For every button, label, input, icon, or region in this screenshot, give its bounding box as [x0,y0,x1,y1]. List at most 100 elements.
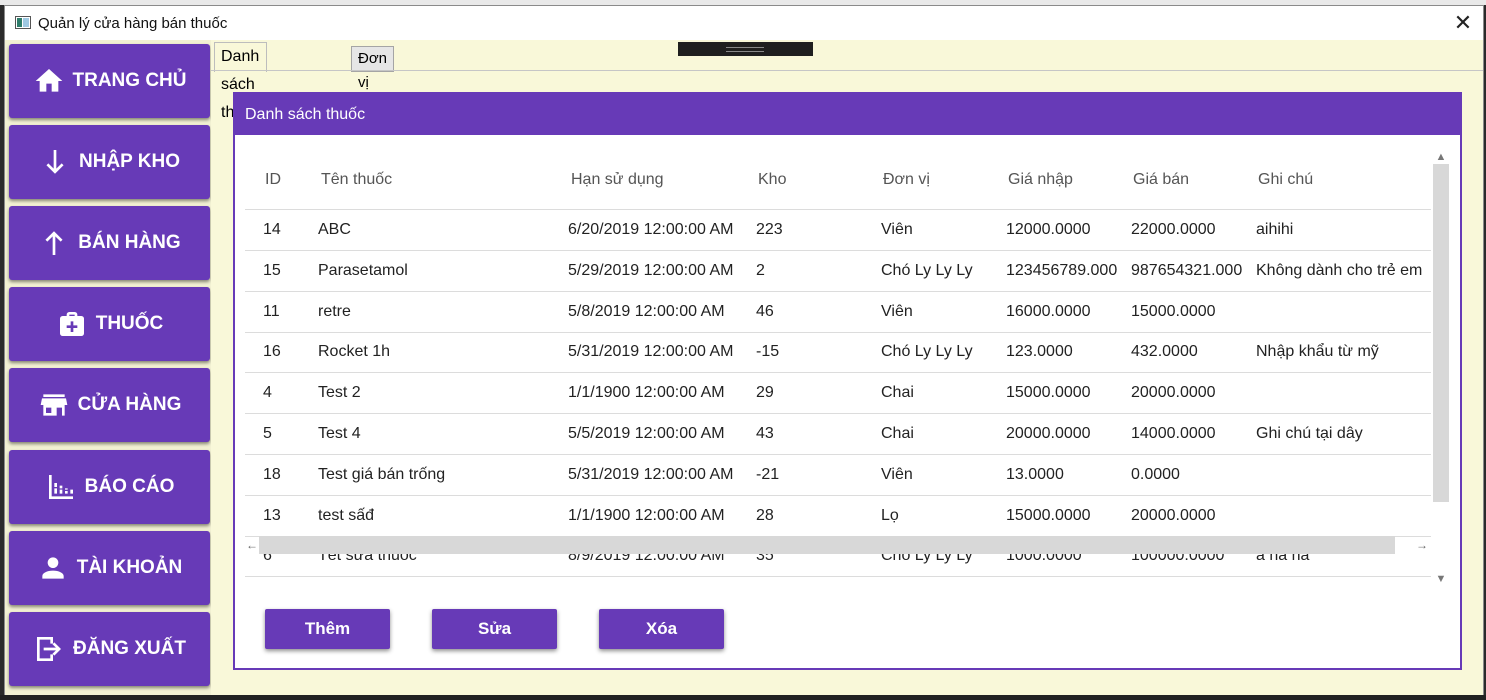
cell-sale-price: 0.0000 [1131,465,1180,483]
cell-id: 13 [263,506,281,524]
cell-unit: Viên [881,465,913,483]
cell-sale-price: 987654321.000 [1131,261,1243,279]
medicine-table: ID Tên thuốc Hạn sử dụng Kho Đơn vị Giá … [245,149,1431,589]
table-row[interactable]: 5 Test 4 5/5/2019 12:00:00 AM 43 Chai 20000.0… [245,414,1431,455]
tab-divider [211,70,1483,71]
cell-expiry: 6/20/2019 12:00:00 AM [568,221,734,238]
sidebar: TRANG CHỦ NHẬP KHO BÁN HÀNG THUỐC CỬA HÀ… [5,40,211,695]
nav-label: CỬA HÀNG [77,394,182,415]
cell-note [1256,455,1431,495]
table-header-row: ID Tên thuốc Hạn sử dụng Kho Đơn vị Giá … [245,149,1431,210]
cell-sale-price: 15000.0000 [1131,302,1216,320]
cell-note: Nhập khẩu từ mỹ [1256,343,1379,361]
table-row[interactable]: 16 Rocket 1h 5/31/2019 12:00:00 AM -15 Chó L… [245,332,1431,374]
cell-name: ABC [318,221,351,238]
table-row[interactable]: 4 Test 2 1/1/1900 12:00:00 AM 29 Chai 15000.0… [245,373,1431,415]
cell-id: 15 [263,261,281,279]
column-header-id[interactable]: ID [265,149,281,209]
cell-note [1256,373,1431,413]
column-header-stock[interactable]: Kho [758,149,786,209]
column-header-sale-price[interactable]: Giá bán [1133,149,1189,209]
cell-stock: -21 [756,465,780,483]
cell-import-price: 16000.0000 [1006,302,1091,320]
cell-name: Test 2 [318,384,361,402]
cell-unit: Viên [881,221,913,238]
scroll-right-icon[interactable]: → [1415,536,1429,554]
nav-label: TÀI KHOẢN [76,557,183,578]
cell-stock: 28 [756,506,774,524]
add-button[interactable]: Thêm [265,609,390,649]
cell-unit: Lọ [881,506,899,524]
horizontal-scrollbar[interactable]: ← → [245,534,1429,554]
table-row[interactable]: 11 retre 5/8/2019 12:00:00 AM 46 Viên 16000.0… [245,292,1431,333]
nav-ban-hang-button[interactable]: BÁN HÀNG [9,206,210,280]
cell-unit: Chó Ly Ly Ly [881,343,973,361]
cell-name: Rocket 1h [318,343,391,361]
table-row[interactable]: 13 test sấđ 1/1/1900 12:00:00 AM 28 Lọ 15000.… [245,496,1431,537]
cell-import-price: 123.0000 [1006,343,1073,361]
nav-dang-xuat-button[interactable]: ĐĂNG XUẤT [9,612,210,686]
vertical-scrollbar[interactable]: ▲ ▼ [1431,150,1451,590]
cell-unit: Viên [881,302,913,320]
nav-thuoc-button[interactable]: THUỐC [9,287,210,361]
delete-button[interactable]: Xóa [599,609,724,649]
cell-id: 5 [263,425,272,442]
nav-cua-hang-button[interactable]: CỬA HÀNG [9,368,210,442]
nav-bao-cao-button[interactable]: BÁO CÁO [9,450,210,524]
cell-name: Test 4 [318,425,361,442]
nav-label: BÁO CÁO [84,476,175,497]
cell-id: 11 [263,302,280,320]
edit-button[interactable]: Sửa [432,609,557,649]
cell-stock: 46 [756,302,774,320]
column-header-import-price[interactable]: Giá nhập [1008,149,1073,209]
medical-bag-icon [59,312,84,336]
nav-label: THUỐC [95,313,164,334]
column-header-name[interactable]: Tên thuốc [321,149,392,209]
tab-don-vi[interactable]: Đơn vị [351,46,395,91]
cell-expiry: 5/29/2019 12:00:00 AM [568,261,734,279]
column-header-unit[interactable]: Đơn vị [883,149,930,209]
cell-id: 4 [263,384,272,402]
nav-trang-chu-button[interactable]: TRANG CHỦ [9,44,210,118]
cell-name: retre [318,302,351,320]
nav-label: TRANG CHỦ [72,70,187,91]
cell-import-price: 20000.0000 [1006,425,1091,442]
cell-stock: 29 [756,384,774,402]
cell-import-price: 15000.0000 [1006,506,1091,524]
scroll-left-icon[interactable]: ← [245,536,259,554]
nav-label: NHẬP KHO [79,151,180,172]
scroll-thumb-horizontal[interactable] [259,536,1395,554]
main-content: Danh sách thuốc Đơn vị Danh sách thuốc I… [211,40,1483,695]
scroll-up-icon[interactable]: ▲ [1431,150,1451,164]
cell-unit: Chai [881,384,914,402]
scroll-thumb[interactable] [1433,164,1449,502]
cell-note: Không dành cho trẻ em [1256,261,1423,279]
cell-id: 14 [263,221,281,238]
medicine-list-card: Danh sách thuốc ID Tên thuốc Hạn sử dụng… [233,92,1462,670]
cell-unit: Chó Ly Ly Ly [881,261,973,279]
scroll-down-icon[interactable]: ▼ [1431,572,1451,586]
cell-stock: 2 [756,261,765,279]
nav-tai-khoan-button[interactable]: TÀI KHOẢN [9,531,210,605]
card-title: Danh sách thuốc [235,94,1460,135]
cell-stock: -15 [756,343,780,361]
nav-nhap-kho-button[interactable]: NHẬP KHO [9,125,210,199]
cell-sale-price: 432.0000 [1131,343,1198,361]
column-header-note[interactable]: Ghi chú [1258,149,1313,209]
drag-handle[interactable] [678,42,813,56]
cell-expiry: 5/8/2019 12:00:00 AM [568,302,725,320]
tab-danh-sach-thuoc[interactable]: Danh sách thuốc [214,42,268,121]
taskbar-strip [0,695,1486,700]
column-header-expiry[interactable]: Hạn sử dụng [571,149,664,209]
cell-id: 16 [263,343,281,361]
app-icon [15,16,31,29]
cell-name: Test giá bán trống [318,465,446,483]
table-row[interactable]: 18 Test giá bán trống 5/31/2019 12:00:00 A… [245,455,1431,496]
table-row[interactable]: 15 Parasetamol 5/29/2019 12:00:00 AM 2 Chó L… [245,251,1431,292]
home-icon [35,69,62,92]
table-row[interactable]: 14 ABC 6/20/2019 12:00:00 AM 223 Viên 12000.0… [245,210,1431,251]
cell-note [1256,496,1431,536]
title-bar: Quản lý cửa hàng bán thuốc ✕ [5,6,1483,41]
cell-expiry: 5/31/2019 12:00:00 AM [568,343,734,361]
close-button[interactable]: ✕ [1449,10,1477,36]
